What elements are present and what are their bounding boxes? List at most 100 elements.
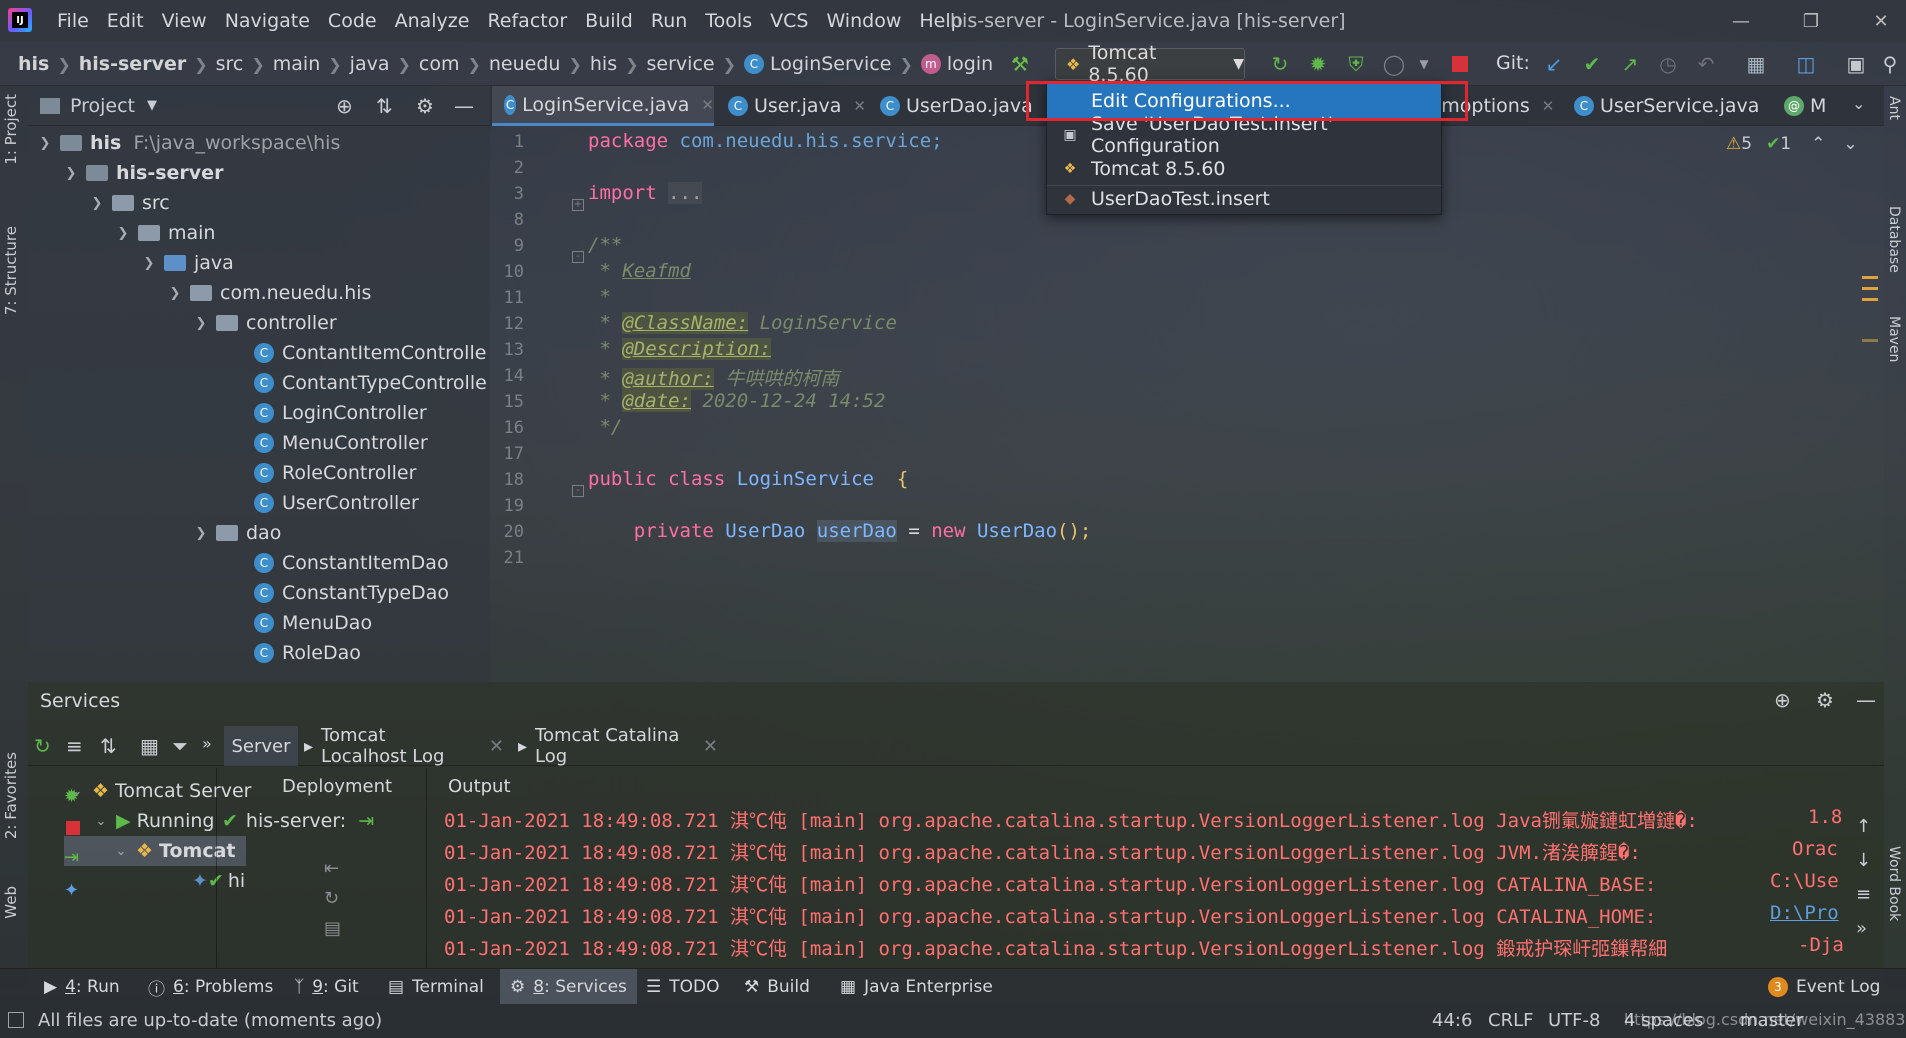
tool-tab-run[interactable]: ▶ 4: Run (44, 969, 120, 1005)
tool-tab-java-enterprise[interactable]: ▦ Java Enterprise (840, 969, 993, 1005)
minimize-icon[interactable]: — (1716, 0, 1766, 42)
tab-userdao[interactable]: C UserDao.java (868, 86, 1044, 126)
close-icon[interactable]: ✕ (703, 736, 718, 757)
expand-all-icon[interactable]: ≡ (66, 734, 83, 758)
fold-icon[interactable]: - (572, 485, 584, 497)
userdaotest-config-item[interactable]: ◆ UserDaoTest.insert (1047, 182, 1441, 216)
code-line[interactable]: * (588, 286, 610, 308)
line-separator[interactable]: CRLF (1488, 1010, 1533, 1031)
locate-icon[interactable]: ⊕ (1774, 688, 1791, 712)
tool-tab-project[interactable]: 1: Project (2, 94, 20, 165)
git-commit-icon[interactable]: ✔ (1578, 50, 1606, 78)
code-line[interactable]: public class LoginService { (588, 468, 908, 490)
code-line[interactable]: * Keafmd (588, 260, 691, 282)
tool-tab-structure[interactable]: 7: Structure (2, 226, 20, 315)
tree-node-class[interactable]: C MenuDao (254, 608, 372, 638)
tool-tab-favorites[interactable]: 2: Favorites (2, 752, 20, 839)
hide-icon[interactable]: — (454, 94, 474, 118)
tree-node-package[interactable]: ❯ com.neuedu.his (166, 278, 372, 308)
close-icon[interactable]: ✕ (1856, 0, 1906, 42)
gear-icon[interactable]: ⚙ (416, 94, 434, 118)
code-line[interactable]: private UserDao userDao = new UserDao(); (588, 520, 1091, 542)
tree-node-class[interactable]: C ContantItemControlle (254, 338, 486, 368)
gear-icon[interactable]: ⚙ (1816, 688, 1834, 712)
service-node-artifact[interactable]: ✦ ✔ hi (192, 866, 245, 896)
menu-tools[interactable]: Tools (696, 0, 761, 42)
chevron-down-icon[interactable]: ❯ (140, 256, 158, 271)
crumb-main[interactable]: main (269, 53, 324, 75)
debug-bug-icon[interactable]: ✹ (1304, 50, 1332, 78)
crumb-loginservice[interactable]: C LoginService (740, 53, 895, 75)
rerun-icon[interactable]: ↻ (1266, 50, 1294, 78)
tree-node-his[interactable]: ❯ his F:\java_workspace\his (36, 128, 341, 158)
crumb-his-server[interactable]: his-server (75, 53, 190, 75)
filter-icon[interactable]: ⏷ (172, 734, 188, 758)
chevron-down-icon[interactable]: ❯ (88, 196, 106, 211)
crumb-his[interactable]: his (14, 53, 53, 75)
chevron-down-icon[interactable]: ⌄ (1852, 94, 1865, 113)
tree-node-controller[interactable]: ❯ controller (192, 308, 337, 338)
chevron-down-icon[interactable]: ▼ (147, 98, 157, 113)
artifact-icon[interactable]: ✦ (64, 880, 82, 901)
code-line[interactable]: */ (588, 416, 622, 438)
menu-run[interactable]: Run (642, 0, 696, 42)
deploy-icon[interactable]: ⇥ (358, 810, 374, 832)
tree-node-class[interactable]: C RoleDao (254, 638, 361, 668)
tree-node-java[interactable]: ❯ java (140, 248, 234, 278)
crumb-his-pkg[interactable]: his (586, 53, 621, 75)
collapse-all-icon[interactable]: ⇅ (376, 94, 393, 118)
deployment-item[interactable]: ✔ his-server: ⇥ (222, 806, 374, 836)
service-node-tomcat[interactable]: ⌄ ❖ Tomcat (64, 836, 246, 866)
code-line[interactable]: * @date: 2020-12-24 14:52 (588, 390, 885, 412)
inspection-widget[interactable]: ⚠ 5 ✔ 1 ⌃ ⌄ (1726, 134, 1858, 154)
tree-node-his-server[interactable]: ❯ his-server (62, 158, 224, 188)
tab-catalina-log[interactable]: ▸ Tomcat Catalina Log ✕ (518, 725, 718, 767)
tree-node-class[interactable]: C ConstantTypeDao (254, 578, 449, 608)
profile-icon[interactable]: ◯ (1380, 50, 1408, 78)
tree-node-main[interactable]: ❯ main (114, 218, 216, 248)
close-icon[interactable]: ✕ (701, 96, 714, 114)
file-encoding[interactable]: UTF-8 (1548, 1010, 1600, 1031)
more-icon[interactable]: » (202, 734, 212, 753)
crumb-service[interactable]: service (643, 53, 719, 75)
tree-node-class[interactable]: C UserController (254, 488, 419, 518)
crumb-src[interactable]: src (212, 53, 248, 75)
tool-tab-problems[interactable]: ⓘ 6: Problems (148, 969, 273, 1005)
toggle-tool-windows-icon[interactable] (8, 1012, 24, 1028)
console-icon[interactable]: ▤ (324, 914, 341, 944)
menu-window[interactable]: Window (817, 0, 910, 42)
git-push-icon[interactable]: ↗ (1616, 50, 1644, 78)
tab-loginservice[interactable]: C LoginService.java ✕ (492, 86, 714, 126)
close-icon[interactable]: ✕ (489, 736, 504, 757)
project-view-select[interactable]: Project (70, 95, 135, 117)
tool-tab-maven[interactable]: Maven (1886, 316, 1902, 362)
menu-analyze[interactable]: Analyze (386, 0, 479, 42)
chevron-down-icon[interactable]: ⌄ (1843, 134, 1857, 154)
run-configuration-select[interactable]: ❖ Tomcat 8.5.60 ▼ (1055, 42, 1245, 86)
menu-vcs[interactable]: VCS (761, 0, 817, 42)
tool-tab-todo[interactable]: ☰ TODO (646, 969, 720, 1005)
tab-m[interactable]: @ M (1772, 86, 1852, 126)
tool-tab-web[interactable]: Web (2, 886, 20, 919)
tool-tab-build[interactable]: ⚒ Build (744, 969, 810, 1005)
tool-tab-services[interactable]: ⚙ 8: Services (500, 969, 637, 1005)
code-line[interactable]: import ... (588, 182, 703, 204)
tree-node-class[interactable]: C ContantTypeControlle (254, 368, 487, 398)
git-rollback-icon[interactable]: ↶ (1692, 50, 1720, 78)
group-icon[interactable]: ▦ (140, 734, 159, 758)
translate-icon[interactable]: ◫ (1792, 50, 1820, 78)
log-link[interactable]: D:\Pro (1770, 902, 1839, 924)
folded-imports[interactable]: ... (668, 182, 703, 204)
soft-wrap-icon[interactable]: ≡ (1856, 878, 1871, 912)
code-line[interactable]: /** (588, 234, 622, 256)
hide-icon[interactable]: — (1856, 688, 1876, 712)
refresh-icon[interactable]: ↻ (324, 884, 341, 914)
chevron-up-icon[interactable]: ⌃ (1811, 134, 1825, 154)
menu-edit[interactable]: Edit (98, 0, 153, 42)
fold-icon[interactable]: + (572, 199, 584, 211)
tree-node-class[interactable]: C RoleController (254, 458, 416, 488)
undeploy-icon[interactable]: ⇤ (324, 854, 341, 884)
menu-code[interactable]: Code (319, 0, 386, 42)
fold-icon[interactable]: - (572, 251, 584, 263)
crumb-neuedu[interactable]: neuedu (485, 53, 565, 75)
